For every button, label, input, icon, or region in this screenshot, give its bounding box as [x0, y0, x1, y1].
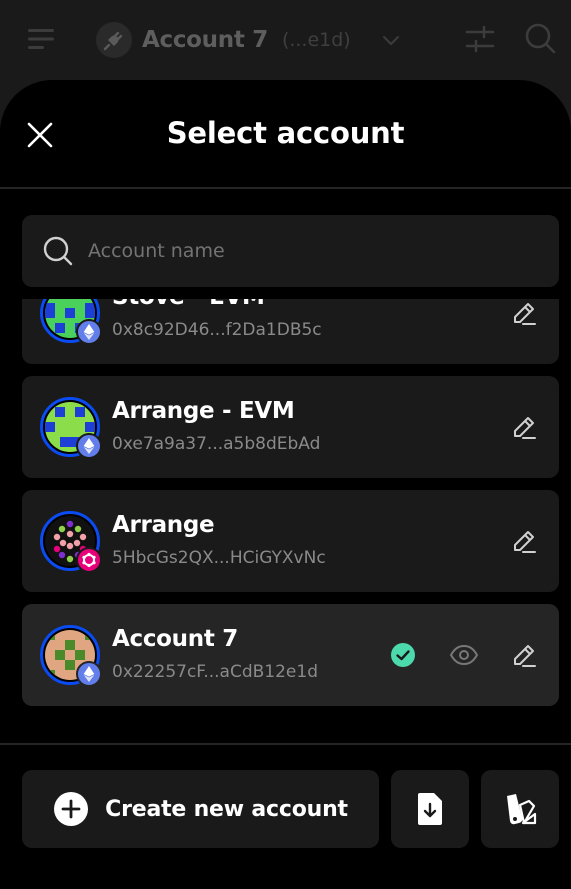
pencil-icon[interactable] — [511, 300, 537, 326]
menu-icon[interactable] — [26, 24, 56, 54]
polkadot-icon — [76, 547, 102, 573]
eye-icon[interactable] — [449, 642, 479, 668]
ethereum-icon — [76, 319, 102, 345]
account-name: Arrange — [112, 512, 215, 538]
current-account-selector[interactable]: Account 7 (...e1d) — [96, 22, 401, 58]
file-download-icon — [418, 793, 442, 825]
modal-title: Select account — [166, 116, 405, 150]
ethereum-icon — [76, 433, 102, 459]
footer-divider — [0, 743, 571, 745]
account-avatar — [40, 397, 102, 459]
modal-header: Select account — [0, 80, 571, 188]
account-address: 0xe7a9a37...a5b8dEbAd — [112, 434, 321, 454]
account-address: 0x8c92D46...f2Da1DB5c — [112, 320, 322, 340]
account-list[interactable]: Stove - EVM 0x8c92D46...f2Da1DB5c — [0, 299, 571, 729]
attach-account-button[interactable] — [481, 770, 559, 848]
create-new-account-button[interactable]: Create new account — [22, 770, 379, 848]
account-avatar — [40, 625, 102, 687]
current-account-address: (...e1d) — [281, 29, 351, 51]
select-account-modal: Select account Account name 0x8c92D46...… — [0, 80, 571, 889]
account-name: Stove - EVM — [112, 299, 265, 310]
account-item-arrange[interactable]: Arrange 5HbcGs2QX...HCiGYXvNc — [22, 490, 559, 592]
account-item-stove-evm[interactable]: Stove - EVM 0x8c92D46...f2Da1DB5c — [22, 299, 559, 364]
swatches-icon — [507, 794, 537, 825]
current-account-name: Account 7 — [142, 27, 268, 53]
ethereum-icon — [76, 661, 102, 687]
plug-icon — [96, 22, 132, 58]
plus-circle-icon — [54, 792, 89, 826]
pencil-icon[interactable] — [511, 528, 537, 554]
account-address: 0x22257cF...aCdB12e1d — [112, 662, 319, 682]
search-icon[interactable] — [524, 22, 556, 54]
account-name: Arrange - EVM — [112, 398, 295, 424]
chevron-down-icon — [382, 36, 399, 45]
search-icon — [43, 236, 73, 266]
account-avatar — [40, 511, 102, 573]
import-account-button[interactable] — [391, 770, 469, 848]
account-item-arrange-evm[interactable]: Arrange - EVM 0xe7a9a37...a5b8dEbAd — [22, 376, 559, 478]
check-circle-icon — [391, 643, 415, 667]
header-divider — [0, 187, 571, 189]
sliders-icon[interactable] — [465, 24, 495, 54]
account-search-input[interactable] — [88, 231, 559, 271]
search-box[interactable] — [22, 215, 559, 287]
account-item-account-7[interactable]: Account 7 0x22257cF...aCdB12e1d — [22, 604, 559, 706]
pencil-icon[interactable] — [511, 414, 537, 440]
account-address: 5HbcGs2QX...HCiGYXvNc — [112, 548, 326, 568]
create-new-account-label: Create new account — [105, 796, 348, 822]
account-name: Account 7 — [112, 626, 238, 652]
pencil-icon[interactable] — [511, 642, 537, 668]
account-avatar — [40, 299, 102, 345]
